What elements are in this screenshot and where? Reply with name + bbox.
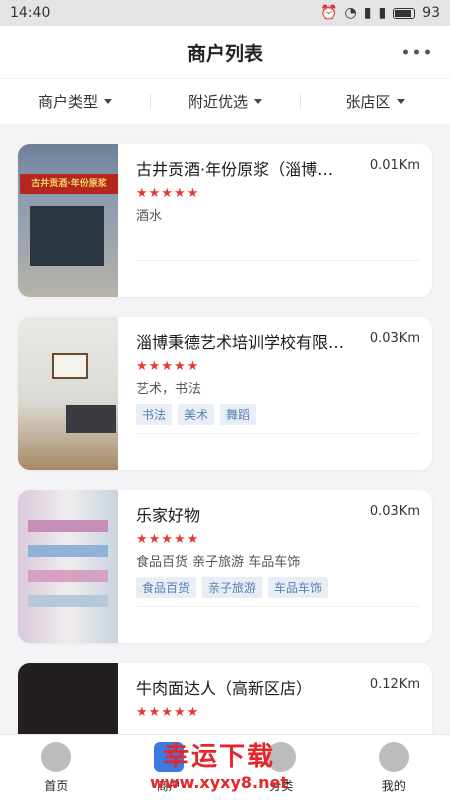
tab-home[interactable]: 首页 [0, 735, 113, 800]
tag[interactable]: 食品百货 [136, 577, 197, 598]
tag[interactable]: 亲子旅游 [202, 577, 263, 598]
rating-stars: ★★★★★ [136, 705, 200, 720]
rating-stars: ★★★★★ [136, 532, 200, 547]
status-bar: 14:40 ⏰ ◔ ▮ ▮ 93 [0, 0, 450, 26]
car-icon [41, 741, 72, 772]
battery-icon [393, 7, 416, 19]
merchant-distance: 0.12Km [369, 677, 420, 692]
rating-stars: ★★★★★ [136, 186, 200, 201]
more-dots-icon [403, 49, 408, 55]
status-time: 14:40 [10, 5, 51, 21]
tab-category[interactable]: 分类 [225, 735, 338, 800]
app-header: 商户列表 [0, 26, 450, 78]
tag[interactable]: 书法 [136, 404, 173, 425]
page-title: 商户列表 [186, 42, 263, 65]
caret-down-icon [396, 99, 405, 104]
signal-icon-2: ▮ [378, 5, 387, 21]
merchant-name: 淄博秉德艺术培训学校有限… [136, 333, 345, 352]
tab-me[interactable]: 我的 [338, 735, 450, 800]
shop-icon [153, 741, 184, 772]
merchant-photo [18, 490, 118, 643]
rating-stars: ★★★★★ [136, 359, 200, 374]
more-menu-button[interactable] [403, 49, 430, 55]
merchant-category: 酒水 [136, 209, 163, 224]
alarm-icon: ⏰ [320, 5, 338, 21]
filter-district[interactable]: 张店区 [300, 91, 450, 112]
tag-list: 食品百货 亲子旅游 车品车饰 [136, 577, 420, 598]
merchant-card[interactable]: 淄博秉德艺术培训学校有限… 0.03Km ★★★★★ 艺术，书法 书法 美术 舞… [18, 317, 432, 470]
user-icon [378, 741, 409, 772]
shop-sign: 古井贡酒·年份原浆 [20, 174, 118, 194]
wifi-icon: ◔ [344, 5, 357, 21]
tag-list: 书法 美术 舞蹈 [136, 404, 420, 425]
tag[interactable]: 车品车饰 [268, 577, 329, 598]
merchant-name: 牛肉面达人（高新区店） [136, 679, 313, 698]
merchant-photo [18, 317, 118, 470]
bottom-tab-bar: 首页 商户 分类 我的 幸运下载 www.xyxy8.net [0, 734, 450, 800]
merchant-distance: 0.03Km [369, 504, 420, 519]
merchant-name: 古井贡酒·年份原浆（淄博… [136, 160, 334, 179]
merchant-card[interactable]: 乐家好物 0.03Km ★★★★★ 食品百货 亲子旅游 车品车饰 食品百货 亲子… [18, 490, 432, 643]
filter-bar: 商户类型 附近优选 张店区 [0, 78, 450, 124]
merchant-distance: 0.03Km [369, 331, 420, 346]
caret-down-icon [104, 99, 112, 104]
signal-icon: ▮ [363, 5, 372, 21]
merchant-list: 古井贡酒·年份原浆 古井贡酒·年份原浆（淄博… 0.01Km ★★★★★ 酒水 … [18, 144, 432, 800]
filter-nearby[interactable]: 附近优选 [150, 91, 300, 112]
tag[interactable]: 舞蹈 [220, 404, 257, 425]
merchant-distance: 0.01Km [369, 158, 420, 173]
category-icon [266, 741, 297, 772]
battery-level: 93 [422, 5, 440, 21]
merchant-photo: 古井贡酒·年份原浆 [18, 144, 118, 297]
merchant-category: 艺术，书法 [136, 382, 202, 397]
filter-merchant-type[interactable]: 商户类型 [0, 91, 150, 112]
caret-down-icon [254, 99, 262, 104]
tag[interactable]: 美术 [178, 404, 215, 425]
tab-merchants[interactable]: 商户 [113, 735, 226, 800]
merchant-name: 乐家好物 [136, 506, 201, 525]
merchant-category: 食品百货 亲子旅游 车品车饰 [136, 555, 301, 570]
merchant-card[interactable]: 古井贡酒·年份原浆 古井贡酒·年份原浆（淄博… 0.01Km ★★★★★ 酒水 [18, 144, 432, 297]
